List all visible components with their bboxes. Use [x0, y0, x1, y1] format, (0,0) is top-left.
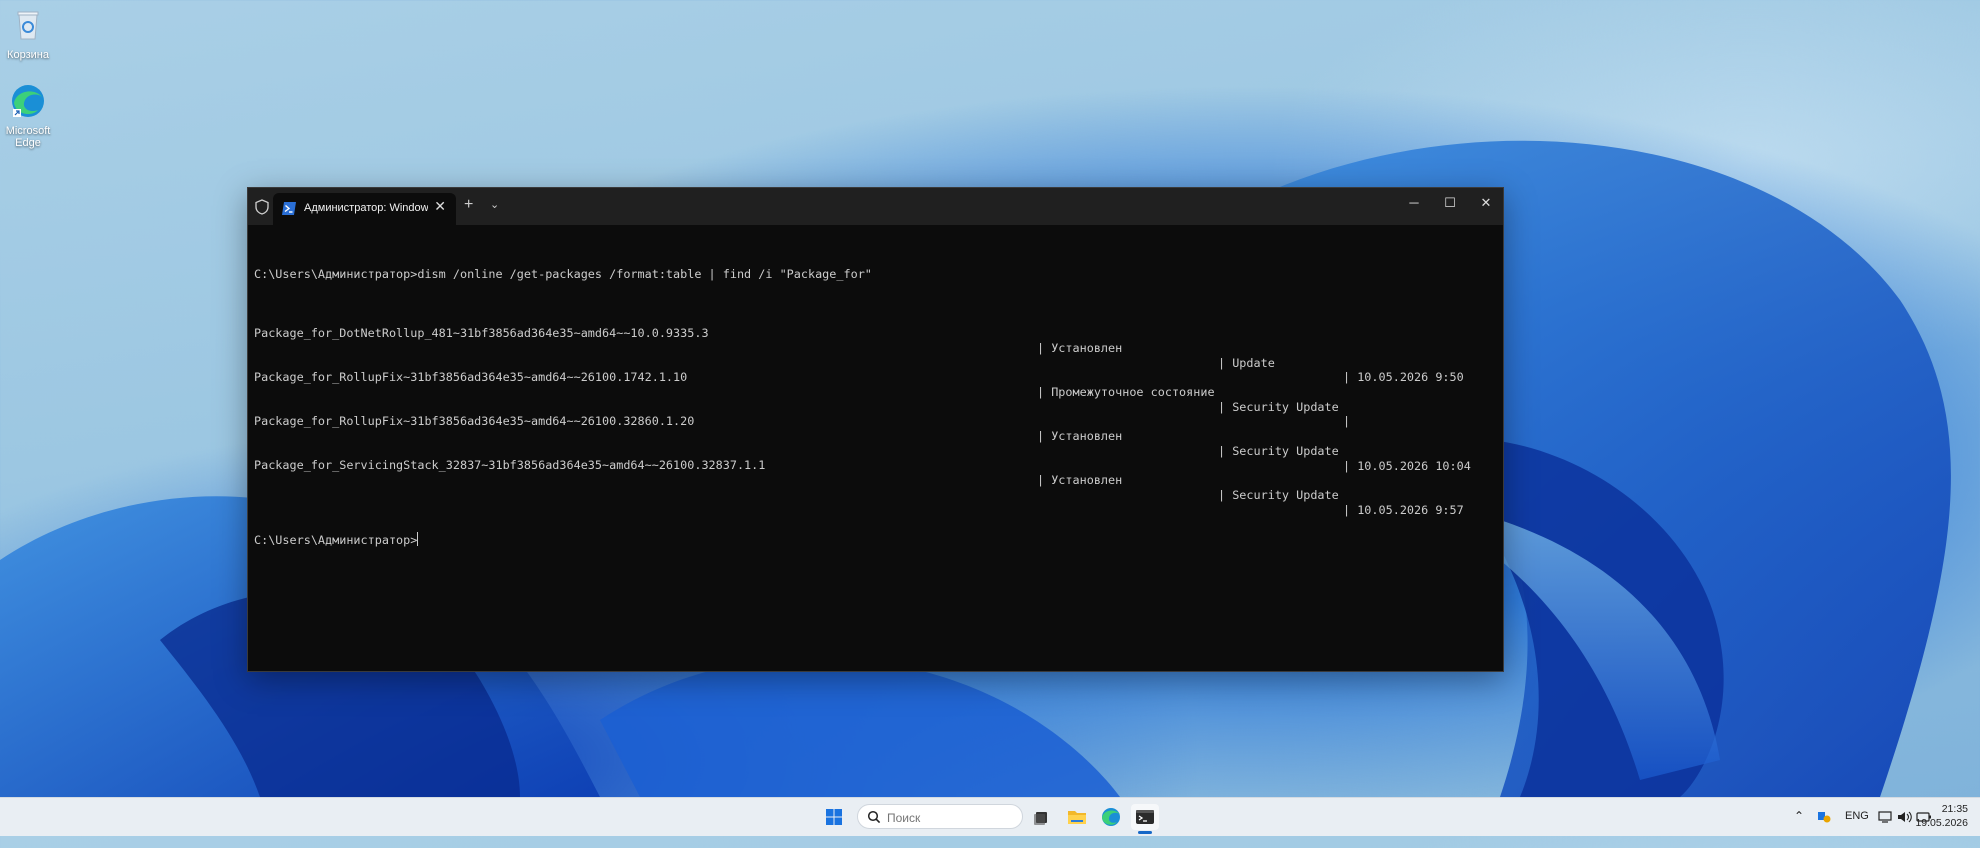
network-icon[interactable] — [1878, 810, 1894, 824]
start-icon — [826, 809, 842, 825]
minimize-button[interactable]: ─ — [1396, 188, 1432, 220]
desktop-icon-label: Microsoft Edge — [5, 125, 51, 149]
file-explorer-icon — [1068, 811, 1086, 824]
task-view-icon — [1034, 812, 1047, 825]
package-name: Package_for_RollupFix~31bf3856ad364e35~a… — [254, 414, 695, 429]
package-state: | Установлен — [1037, 473, 1123, 488]
package-name: Package_for_DotNetRollup_481~31bf3856ad3… — [254, 326, 709, 341]
table-row: Package_for_RollupFix~31bf3856ad364e35~a… — [254, 356, 1497, 428]
task-view-button[interactable] — [1027, 804, 1055, 830]
package-date: | 10.05.2026 9:57 — [1343, 502, 1464, 517]
package-name: Package_for_ServicingStack_32837~31bf385… — [254, 458, 766, 473]
prompt: C:\Users\Администратор> — [254, 532, 418, 547]
edge-taskbar-button[interactable] — [1097, 804, 1125, 830]
shield-icon — [255, 199, 269, 215]
volume-icon[interactable] — [1897, 810, 1913, 824]
clock[interactable]: 21:35 19.05.2026 — [1915, 802, 1968, 830]
prompt-line[interactable]: C:\Users\Администратор> — [254, 531, 1497, 547]
tab-title: Администратор: Windows Po — [304, 202, 428, 214]
search-input[interactable] — [885, 807, 1019, 828]
package-date: | — [1343, 414, 1351, 429]
desktop-icon-recycle-bin[interactable]: Корзина — [0, 7, 58, 61]
package-date: | 10.05.2026 10:04 — [1343, 458, 1471, 473]
recycle-bin-icon — [17, 11, 39, 40]
search-icon — [867, 810, 881, 824]
terminal-taskbar-button[interactable] — [1131, 804, 1159, 830]
security-icon[interactable] — [1817, 810, 1831, 824]
edge-icon — [12, 85, 44, 117]
table-row: Package_for_RollupFix~31bf3856ad364e35~a… — [254, 400, 1497, 472]
table-row: Package_for_DotNetRollup_481~31bf3856ad3… — [254, 312, 1497, 384]
taskbar: ⌃ ENG 21:35 19.05.2026 — [0, 797, 1980, 836]
clock-date: 19.05.2026 — [1915, 817, 1968, 829]
terminal-window[interactable]: Администратор: Windows Po ✕ + ⌄ ─ ☐ ✕ C:… — [247, 187, 1504, 672]
tab-close-button[interactable]: ✕ — [434, 198, 446, 215]
file-explorer-button[interactable] — [1063, 804, 1091, 830]
package-state: | Установлен — [1037, 429, 1123, 444]
tab-powershell[interactable]: Администратор: Windows Po ✕ — [273, 193, 456, 225]
edge-icon — [1102, 808, 1120, 826]
desktop-icon-label: Корзина — [7, 49, 49, 61]
clock-time: 21:35 — [1941, 803, 1968, 815]
terminal-titlebar[interactable]: Администратор: Windows Po ✕ + ⌄ ─ ☐ ✕ — [248, 188, 1503, 225]
tray-chevron[interactable]: ⌃ — [1794, 809, 1804, 847]
desktop-icon-edge[interactable]: Microsoft Edge — [0, 83, 58, 149]
package-state: | Промежуточное состояние — [1037, 385, 1215, 399]
language-indicator[interactable]: ENG — [1845, 810, 1869, 848]
package-state: | Установлен — [1037, 340, 1123, 355]
close-button[interactable]: ✕ — [1468, 188, 1504, 220]
terminal-icon — [1136, 810, 1154, 824]
tab-dropdown-button[interactable]: ⌄ — [490, 198, 499, 211]
text-cursor — [417, 531, 419, 546]
active-app-indicator — [1138, 831, 1152, 834]
search-box[interactable] — [857, 804, 1023, 829]
powershell-icon — [282, 202, 296, 215]
terminal-output[interactable]: C:\Users\Администратор>dism /online /get… — [254, 238, 1497, 576]
package-date: | 10.05.2026 9:50 — [1343, 370, 1464, 385]
new-tab-button[interactable]: + — [464, 196, 473, 214]
start-button[interactable] — [820, 804, 848, 830]
table-row: Package_for_ServicingStack_32837~31bf385… — [254, 444, 1497, 516]
package-name: Package_for_RollupFix~31bf3856ad364e35~a… — [254, 370, 688, 385]
command-line: C:\Users\Администратор>dism /online /get… — [254, 267, 872, 282]
maximize-button[interactable]: ☐ — [1432, 188, 1468, 220]
